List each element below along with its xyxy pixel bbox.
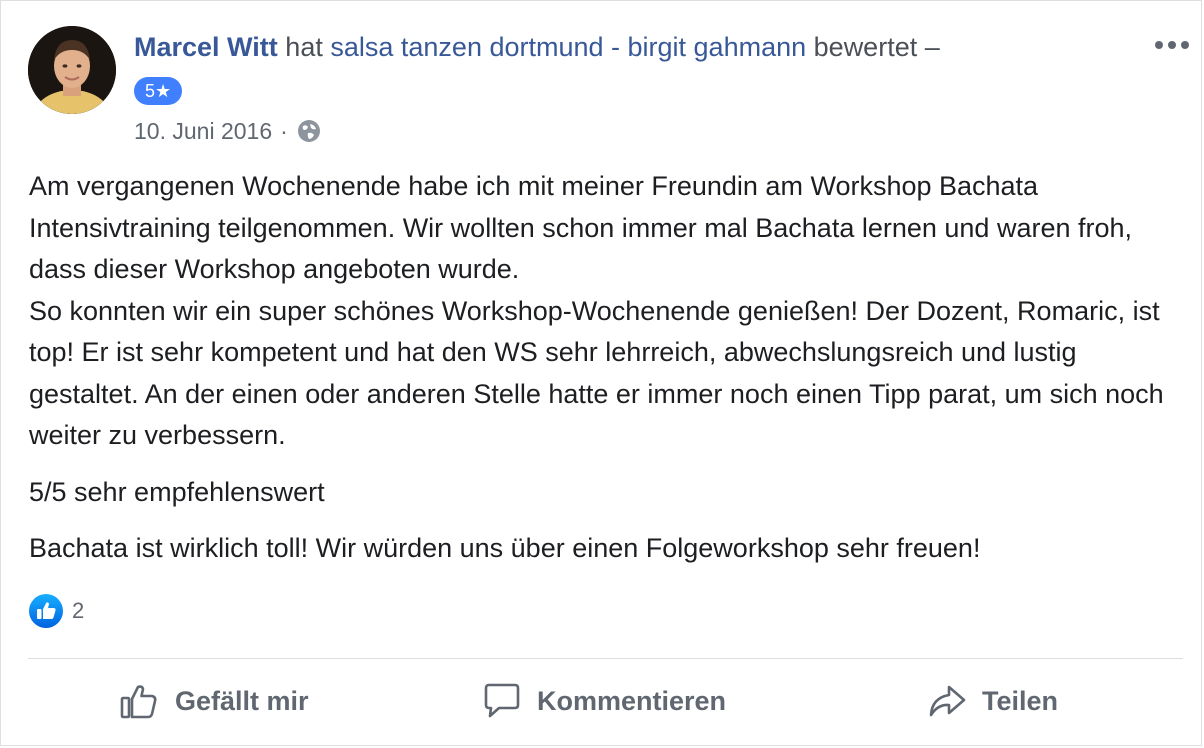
comment-label: Kommentieren <box>537 685 727 716</box>
post-body: Am vergangenen Wochenende habe ich mit m… <box>29 166 1189 570</box>
body-paragraph-2: So konnten wir ein super schönes Worksho… <box>29 295 1164 451</box>
globe-icon[interactable] <box>296 118 322 144</box>
body-paragraph-3: 5/5 sehr empfehlenswert <box>29 476 325 507</box>
body-paragraph-4: Bachata ist wirklich toll! Wir würden un… <box>29 533 981 563</box>
meta-separator: · <box>280 118 288 144</box>
body-paragraph-1: Am vergangenen Wochenende habe ich mit m… <box>29 171 1133 284</box>
page-link[interactable]: salsa tanzen dortmund - birgit gahmann <box>330 32 806 62</box>
avatar-photo <box>28 26 116 114</box>
more-options-icon[interactable] <box>1153 33 1193 57</box>
reactions-summary[interactable]: 2 <box>28 593 84 629</box>
action-bar: Gefällt mir Kommentieren Teilen <box>1 659 1204 747</box>
comment-button[interactable]: Kommentieren <box>481 679 726 723</box>
like-reaction-icon <box>28 593 64 629</box>
action-suffix: bewertet – <box>813 32 940 62</box>
action-text: hat <box>285 32 323 62</box>
review-post: Marcel Witt hat salsa tanzen dortmund - … <box>0 0 1202 746</box>
post-date[interactable]: 10. Juni 2016 <box>134 115 272 147</box>
share-button[interactable]: Teilen <box>926 679 1058 723</box>
like-label: Gefällt mir <box>175 685 309 716</box>
post-meta: 10. Juni 2016 · <box>134 115 322 147</box>
avatar[interactable] <box>28 26 116 114</box>
author-link[interactable]: Marcel Witt <box>134 32 278 62</box>
share-icon <box>929 685 966 717</box>
comment-icon <box>484 683 520 718</box>
share-label: Teilen <box>982 685 1059 716</box>
thumbs-up-icon <box>120 685 157 719</box>
post-header: Marcel Witt hat salsa tanzen dortmund - … <box>134 29 940 65</box>
reaction-count: 2 <box>72 598 85 623</box>
rating-badge: 5★ <box>134 77 183 105</box>
like-button[interactable]: Gefällt mir <box>119 679 309 723</box>
